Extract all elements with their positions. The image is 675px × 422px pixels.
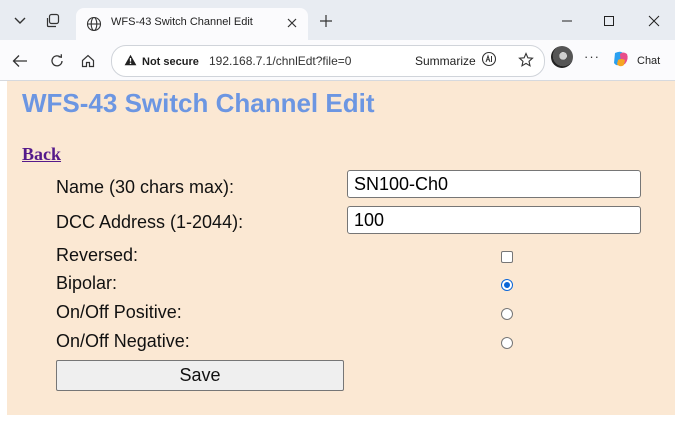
chat-label: Chat (637, 54, 661, 67)
name-input[interactable] (347, 170, 641, 198)
dcc-address-label: DCC Address (1-2044): (56, 212, 244, 232)
close-tab-icon[interactable] (284, 15, 300, 31)
more-options-button[interactable]: ··· (584, 49, 600, 64)
save-button[interactable]: Save (56, 360, 344, 391)
window-bottom-edge (0, 415, 675, 422)
onoff-negative-label: On/Off Negative: (56, 331, 190, 351)
tab-strip: WFS-43 Switch Channel Edit (0, 0, 675, 40)
copilot-chat-button[interactable]: Chat (611, 49, 660, 72)
onoff-positive-radio[interactable] (501, 308, 513, 320)
onoff-positive-label: On/Off Positive: (56, 302, 182, 322)
maximize-icon[interactable] (598, 10, 620, 32)
address-bar[interactable]: Not secure 192.168.7.1/chnlEdt?file=0 Su… (111, 45, 545, 77)
profile-avatar[interactable] (551, 46, 573, 68)
reversed-checkbox[interactable] (501, 251, 513, 263)
refresh-icon[interactable] (47, 51, 67, 71)
warning-icon (124, 54, 137, 69)
summarize-icon (481, 51, 497, 70)
onoff-negative-radio[interactable] (501, 337, 513, 349)
close-window-icon[interactable] (643, 10, 665, 32)
tab-actions-chevron-icon[interactable] (10, 11, 30, 31)
summarize-button[interactable]: Summarize (415, 51, 497, 70)
bipolar-label: Bipolar: (56, 273, 118, 293)
summarize-label: Summarize (415, 53, 476, 68)
name-label: Name (30 chars max): (56, 177, 235, 197)
security-indicator[interactable]: Not secure (124, 54, 199, 69)
back-arrow-icon[interactable] (10, 51, 30, 71)
page-content: WFS-43 Switch Channel Edit Back Name (30… (7, 81, 675, 415)
favorite-star-icon[interactable] (517, 51, 535, 69)
home-icon[interactable] (78, 51, 98, 71)
page-title: WFS-43 Switch Channel Edit (22, 88, 375, 118)
bipolar-radio[interactable] (501, 279, 513, 291)
url-text[interactable]: 192.168.7.1/chnlEdt?file=0 (209, 54, 351, 68)
globe-icon (86, 16, 102, 32)
workspaces-icon[interactable] (43, 11, 63, 31)
security-label: Not secure (142, 55, 199, 68)
dcc-address-input[interactable] (347, 206, 641, 234)
reversed-label: Reversed: (56, 245, 139, 265)
active-tab[interactable]: WFS-43 Switch Channel Edit (76, 8, 308, 40)
browser-toolbar: Not secure 192.168.7.1/chnlEdt?file=0 Su… (0, 40, 675, 81)
copilot-icon (611, 49, 631, 72)
tab-title: WFS-43 Switch Channel Edit (111, 16, 253, 28)
minimize-icon[interactable] (556, 10, 578, 32)
back-link[interactable]: Back (22, 144, 61, 165)
new-tab-plus-icon[interactable] (318, 13, 334, 29)
